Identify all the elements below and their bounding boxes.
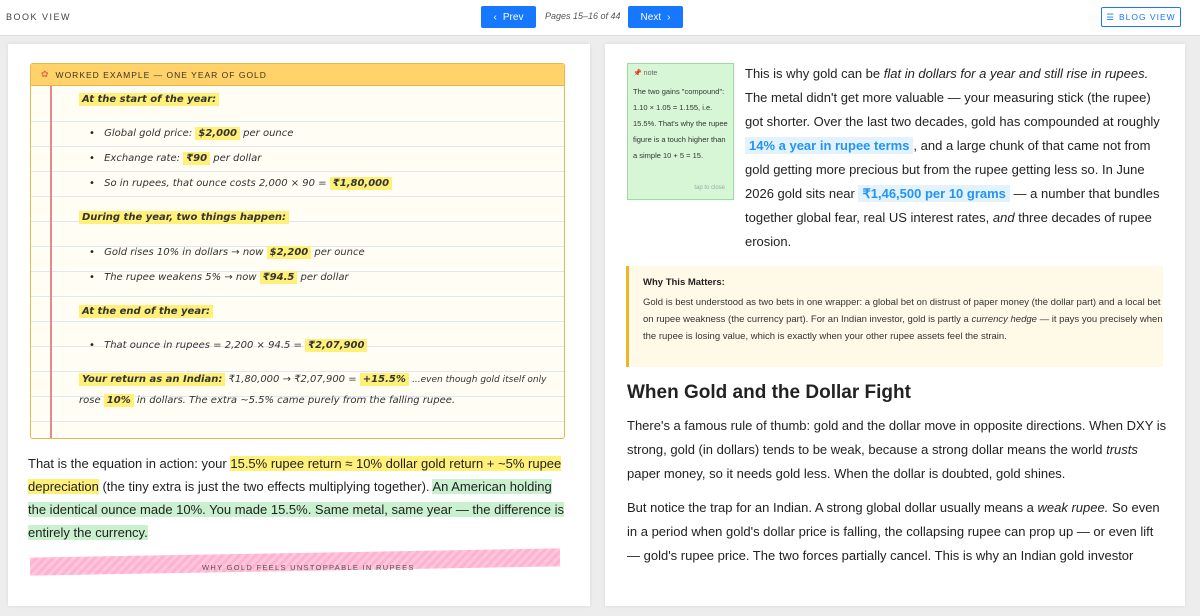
page-indicator: Pages 15–16 of 44 <box>545 11 621 21</box>
paragraph-indian-trap: But notice the trap for an Indian. A str… <box>627 500 1160 563</box>
return-line: Your return as an Indian: ₹1,80,000 → ₹2… <box>79 373 546 386</box>
note-body: The two gains "compound": 1.10 × 1.05 = … <box>633 87 728 160</box>
section-heading: When Gold and the Dollar Fight <box>627 382 911 403</box>
chapter-footer-label: WHY GOLD FEELS UNSTOPPABLE IN RUPEES <box>202 563 415 572</box>
prev-label: Prev <box>502 11 524 23</box>
rose-line: rose 10% in dollars. The extra ~5.5% cam… <box>79 394 456 407</box>
chevron-right-icon: › <box>667 11 671 23</box>
callout-title: Why This Matters: <box>643 277 725 288</box>
blog-view-label: BLOG VIEW <box>1118 12 1176 22</box>
menu-icon: ☰ <box>1106 11 1115 22</box>
blog-view-button[interactable]: ☰ BLOG VIEW <box>1101 7 1181 27</box>
exchange-rate-item: Exchange rate: ₹90 per dollar <box>89 152 261 165</box>
worked-example-title: WORKED EXAMPLE — ONE YEAR OF GOLD <box>55 69 267 80</box>
right-page: 📌 note The two gains "compound": 1.10 × … <box>605 44 1185 606</box>
worked-example-card: ✿ WORKED EXAMPLE — ONE YEAR OF GOLD At t… <box>30 63 565 439</box>
tap-to-close-label[interactable]: tap to close <box>694 185 725 191</box>
rupee-weak-item: The rupee weakens 5% → now ₹94.5 per dol… <box>89 271 349 284</box>
book-view-label: BOOK VIEW <box>6 12 72 22</box>
gold-price-highlight: ₹1,46,500 per 10 grams <box>858 185 1010 202</box>
chevron-left-icon: ‹ <box>493 11 497 23</box>
equation-paragraph: That is the equation in action: your 15.… <box>28 456 564 540</box>
end-heading: At the end of the year: <box>79 305 214 318</box>
pin-icon: 📌 <box>633 70 642 77</box>
rupee-terms-highlight: 14% a year in rupee terms <box>745 137 914 154</box>
top-toolbar: BOOK VIEW ‹ Prev Pages 15–16 of 44 Next … <box>0 0 1200 36</box>
gold-price-item: Global gold price: $2,000 per ounce <box>89 127 293 140</box>
why-this-matters-callout: Why This Matters: Gold is best understoo… <box>626 266 1163 367</box>
worked-example-header: ✿ WORKED EXAMPLE — ONE YEAR OF GOLD <box>31 64 564 86</box>
paragraph-rupee-stick: This is why gold can be flat in dollars … <box>745 66 1160 249</box>
gold-rise-item: Gold rises 10% in dollars → now $2,200 p… <box>89 246 365 259</box>
sticky-note[interactable]: 📌 note The two gains "compound": 1.10 × … <box>627 63 734 200</box>
rupee-cost-item: So in rupees, that ounce costs 2,000 × 9… <box>89 177 393 190</box>
paragraph-rule-of-thumb: There's a famous rule of thumb: gold and… <box>627 418 1167 481</box>
margin-line <box>50 86 52 438</box>
during-heading: During the year, two things happen: <box>79 211 289 224</box>
left-page: ✿ WORKED EXAMPLE — ONE YEAR OF GOLD At t… <box>8 44 590 606</box>
next-label: Next <box>640 11 662 23</box>
prev-button[interactable]: ‹ Prev <box>481 6 536 28</box>
callout-body: Gold is best understood as two bets in o… <box>643 297 1163 342</box>
start-heading: At the start of the year: <box>79 93 220 106</box>
next-button[interactable]: Next › <box>628 6 683 28</box>
flower-icon: ✿ <box>41 69 50 79</box>
note-header: 📌 note <box>633 70 658 77</box>
end-value-item: That ounce in rupees = 2,200 × 94.5 = ₹2… <box>89 339 368 352</box>
